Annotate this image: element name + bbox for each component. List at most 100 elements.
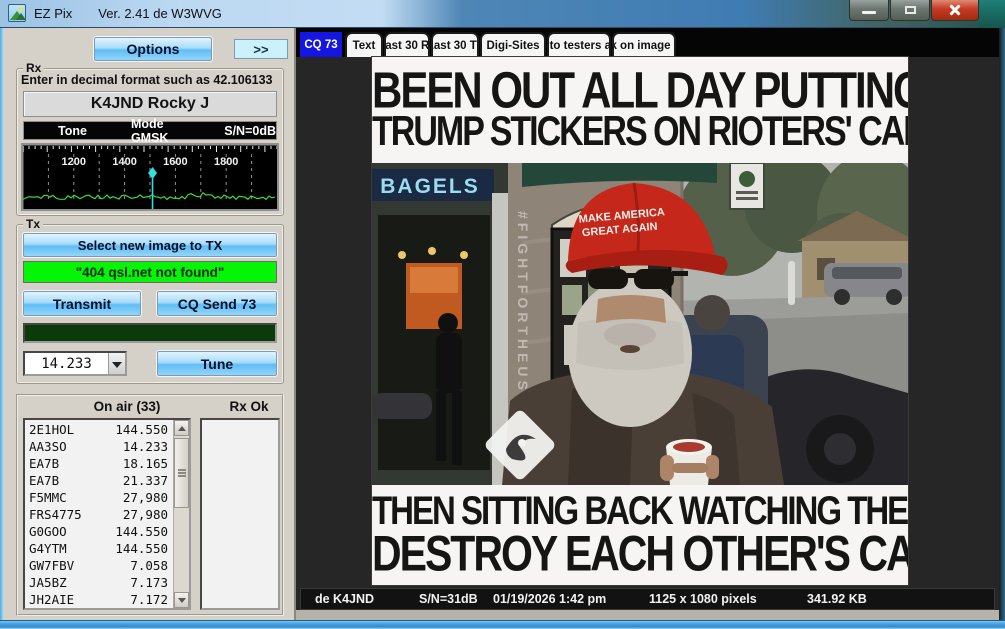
scroll-up-icon[interactable] <box>174 420 189 436</box>
window-border-left <box>0 28 4 620</box>
status-gap <box>296 610 1001 620</box>
transmit-button[interactable]: Transmit <box>23 291 141 316</box>
tone-label: Tone <box>58 124 87 138</box>
meme-text-line: THEN SITTING BACK WATCHING THEM <box>372 490 908 530</box>
list-item[interactable]: F5MMC 27,980 <box>25 489 172 506</box>
frequency: 144.550 <box>115 422 168 437</box>
rx-status-bar: de K4JND S/N=31dB 01/19/2026 1:42 pm 112… <box>300 588 995 610</box>
on-air-scrollbar[interactable] <box>173 420 189 608</box>
list-item[interactable]: AA3SO 14.233 <box>25 438 172 455</box>
frequency: 21.337 <box>123 473 168 488</box>
svg-text:1800: 1800 <box>214 156 238 168</box>
frequency: 7.172 <box>130 592 168 607</box>
tab-digi-sites[interactable]: Digi-Sites <box>480 32 546 57</box>
title-bar[interactable]: EZ Pix Ver. 2.41 de W3WVG <box>0 0 1005 28</box>
frequency-combobox[interactable]: 14.233 <box>23 351 127 376</box>
tab-last-30-tx[interactable]: Last 30 Tx <box>431 32 479 57</box>
app-version: Ver. 2.41 de W3WVG <box>98 6 222 21</box>
coffee-cup <box>660 439 719 485</box>
bagel-storefront: BAGELS <box>372 163 508 485</box>
callsign: G4YTM <box>29 541 67 556</box>
close-button[interactable] <box>931 0 979 21</box>
pole <box>788 261 795 305</box>
status-datetime: 01/19/2026 1:42 pm <box>493 592 606 606</box>
meme-text-line: TRUMP STICKERS ON RIOTERS' CARS <box>372 111 908 152</box>
svg-text:1400: 1400 <box>112 156 136 168</box>
svg-text:1200: 1200 <box>62 156 86 168</box>
callsign: AA3SO <box>29 439 67 454</box>
tune-button[interactable]: Tune <box>157 351 277 376</box>
tab-text[interactable]: Text <box>345 32 383 57</box>
frequency: 27,980 <box>123 490 168 505</box>
spectrum-display[interactable]: 1200 1400 1600 1800 <box>21 143 279 211</box>
on-air-list[interactable]: 2E1HOL 144.550 AA3SO 14.233 EA7B 18.165 <box>23 418 191 610</box>
ezpix-window: EZ Pix Ver. 2.41 de W3WVG Options >> Rx … <box>0 0 1005 629</box>
frequency: 144.550 <box>115 524 168 539</box>
image-viewer-panel: CQ 73TextLast 30 RxLast 30 TxDigi-Sitess… <box>294 28 999 620</box>
tx-progress-bar <box>23 323 277 343</box>
tx-group: Tx Select new image to TX "404 qsl.net n… <box>16 224 284 384</box>
callsign: G0GOO <box>29 524 67 539</box>
callsign: GW7FBV <box>29 558 74 573</box>
window-title: EZ Pix Ver. 2.41 de W3WVG <box>34 6 222 21</box>
callsign: FRS4775 <box>29 507 82 522</box>
scrollbar-thumb[interactable] <box>174 438 189 508</box>
titlebar-corner <box>979 0 1005 28</box>
frequency: 18.165 <box>123 456 168 471</box>
image-area[interactable]: BEEN OUT ALL DAY PUTTING TRUMP STICKERS … <box>296 57 1001 588</box>
stations-panel: On air (33) Rx Ok 2E1HOL 144.550 AA3SO 1… <box>16 394 284 616</box>
meme-top-caption: BEEN OUT ALL DAY PUTTING TRUMP STICKERS … <box>372 57 908 163</box>
frequency-hint-label: Enter in decimal format such as 42.10613… <box>21 73 279 87</box>
rx-ok-list[interactable] <box>200 418 280 610</box>
list-item[interactable]: JH2AIE 7.172 <box>25 591 172 608</box>
tab-cq-73[interactable]: CQ 73 <box>298 30 344 57</box>
tab-bar: CQ 73TextLast 30 RxLast 30 TxDigi-Sitess… <box>296 28 999 57</box>
tab-k-on-image-f[interactable]: k on image f <box>612 32 676 57</box>
list-item[interactable]: JA5BZ 7.173 <box>25 574 172 591</box>
list-item[interactable]: 2E1HOL 144.550 <box>25 421 172 438</box>
list-item[interactable]: G4YTM 144.550 <box>25 540 172 557</box>
window-border-bottom[interactable] <box>0 620 1005 629</box>
hand <box>660 455 674 481</box>
on-air-header: On air (33) <box>52 399 202 414</box>
cq-send-73-button[interactable]: CQ Send 73 <box>157 291 277 316</box>
list-item[interactable]: FRS4775 27,980 <box>25 506 172 523</box>
frequency-value: 14.233 <box>25 353 108 374</box>
minimize-button[interactable] <box>849 0 889 21</box>
frequency: 144.550 <box>115 541 168 556</box>
callsign: F5MMC <box>29 490 67 505</box>
app-icon <box>8 4 26 22</box>
scroll-down-icon[interactable] <box>174 592 189 608</box>
received-image[interactable]: BEEN OUT ALL DAY PUTTING TRUMP STICKERS … <box>372 57 908 585</box>
station-callsign-field[interactable]: K4JND Rocky J <box>23 91 277 117</box>
status-from: de K4JND <box>315 592 374 606</box>
frequency: 27,980 <box>123 507 168 522</box>
watermark-text: #FIGHTFORTHEUSA <box>515 211 531 408</box>
snr-label: S/N=0dB <box>224 124 276 138</box>
status-snr: S/N=31dB <box>419 592 478 606</box>
callsign: 2E1HOL <box>29 422 74 437</box>
options-button[interactable]: Options <box>94 37 212 61</box>
mode-label: Mode GMSK <box>131 117 196 145</box>
select-image-button[interactable]: Select new image to TX <box>23 233 277 257</box>
chevron-down-icon[interactable] <box>108 353 125 374</box>
svg-text:1600: 1600 <box>163 156 187 168</box>
status-dimensions: 1125 x 1080 pixels <box>649 592 757 606</box>
frequency: 7.173 <box>130 575 168 590</box>
callsign: EA7B <box>29 456 59 471</box>
signal-meter-bar: Tone Mode GMSK S/N=0dB <box>23 121 277 140</box>
app-name: EZ Pix <box>34 6 72 21</box>
expand-button[interactable]: >> <box>234 39 288 59</box>
tab-s-to-testers-an[interactable]: s to testers an <box>547 32 611 57</box>
mustache <box>604 323 656 347</box>
rx-ok-header: Rx Ok <box>214 399 284 414</box>
list-item[interactable]: G0GOO 144.550 <box>25 523 172 540</box>
maximize-button[interactable] <box>890 0 930 21</box>
callsign: JH2AIE <box>29 592 74 607</box>
mouth <box>620 345 640 353</box>
list-item[interactable]: EA7B 21.337 <box>25 472 172 489</box>
list-item[interactable]: EA7B 18.165 <box>25 455 172 472</box>
small-sign <box>730 163 764 209</box>
tab-last-30-rx[interactable]: Last 30 Rx <box>384 32 430 57</box>
list-item[interactable]: GW7FBV 7.058 <box>25 557 172 574</box>
